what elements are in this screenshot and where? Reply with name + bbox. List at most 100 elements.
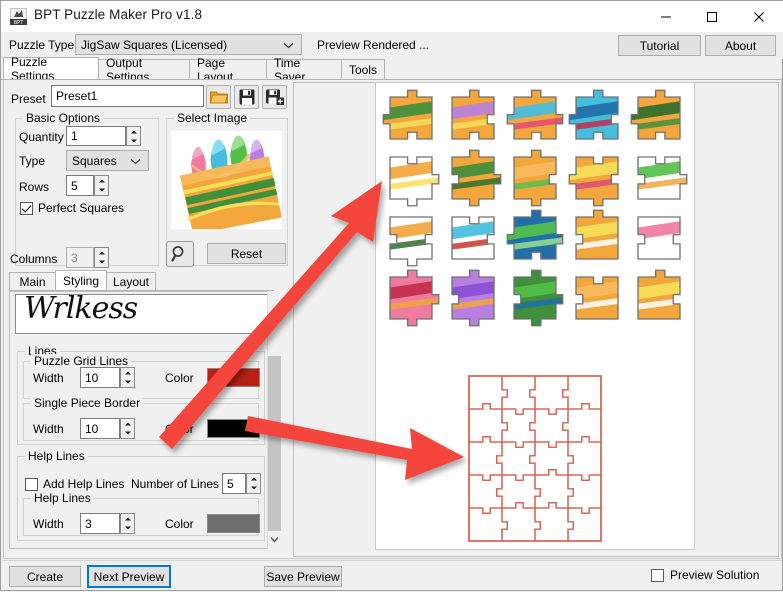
border-width-label: Width <box>33 422 64 436</box>
next-preview-button[interactable]: Next Preview <box>87 565 171 588</box>
floppy-save-icon[interactable] <box>234 85 259 109</box>
title-bar: BPT BPT Puzzle Maker Pro v1.8 <box>1 1 783 32</box>
number-of-lines-stepper-up[interactable] <box>247 474 260 484</box>
number-of-lines-stepper[interactable] <box>246 473 261 494</box>
border-width-stepper-up[interactable] <box>121 419 134 429</box>
grid-color-swatch[interactable] <box>207 368 260 387</box>
quantity-stepper-down[interactable] <box>127 136 140 145</box>
puzzle-piece <box>452 270 494 326</box>
help-width-stepper-up[interactable] <box>121 514 134 524</box>
floppy-save-as-icon[interactable] <box>262 85 287 109</box>
subtab-layout[interactable]: Layout <box>106 272 156 291</box>
puzzle-piece <box>383 90 433 140</box>
quantity-stepper-up[interactable] <box>127 127 140 136</box>
preset-label: Preset <box>11 92 46 106</box>
single-piece-border-legend: Single Piece Border <box>31 396 144 410</box>
chevron-down-icon[interactable] <box>267 531 282 548</box>
puzzle-piece <box>569 90 618 140</box>
magnifier-icon[interactable] <box>166 241 194 267</box>
close-icon[interactable] <box>736 1 782 32</box>
puzzle-type-label: Puzzle Type <box>9 38 75 52</box>
quantity-stepper[interactable] <box>126 126 141 146</box>
number-of-lines-stepper-down[interactable] <box>247 484 260 494</box>
maximize-icon[interactable] <box>689 1 735 32</box>
help-width-stepper-down[interactable] <box>121 524 134 534</box>
type-value: Squares <box>72 153 117 168</box>
create-button[interactable]: Create <box>9 566 81 587</box>
puzzle-piece <box>390 217 432 266</box>
puzzle-piece <box>569 157 618 206</box>
subtab-label: Layout <box>112 274 150 289</box>
application-window: BPT BPT Puzzle Maker Pro v1.8 Puzzle Typ… <box>0 0 783 591</box>
help-lines-legend: Help Lines <box>25 449 88 463</box>
add-help-lines-checkbox[interactable] <box>25 478 38 491</box>
preset-input[interactable]: Preset1 <box>51 85 204 107</box>
select-image-legend: Select Image <box>174 111 251 125</box>
tab-output-settings[interactable]: Output Settings <box>98 56 190 84</box>
grid-width-input[interactable]: 10 <box>80 367 120 388</box>
grid-width-stepper[interactable] <box>120 367 135 388</box>
puzzle-type-select[interactable]: JigSaw Squares (Licensed) <box>75 34 302 55</box>
perfect-squares-checkbox[interactable] <box>20 202 33 215</box>
columns-input: 3 <box>66 247 94 268</box>
styling-scrollbar-thumb[interactable] <box>268 356 281 531</box>
basic-options-legend: Basic Options <box>23 111 104 125</box>
tab-tools[interactable]: Tools <box>341 59 385 80</box>
border-color-swatch[interactable] <box>207 419 260 438</box>
puzzle-grid-lines-legend: Puzzle Grid Lines <box>31 354 132 368</box>
border-width-input[interactable]: 10 <box>80 418 120 439</box>
preview-canvas[interactable] <box>375 82 695 550</box>
grid-width-stepper-down[interactable] <box>121 378 134 388</box>
border-width-stepper-down[interactable] <box>121 429 134 439</box>
puzzle-piece <box>452 150 501 206</box>
reset-image-button[interactable]: Reset <box>207 243 286 264</box>
folder-open-icon[interactable] <box>206 85 231 109</box>
rows-input[interactable]: 5 <box>66 175 94 196</box>
subtab-styling[interactable]: Styling <box>55 270 107 291</box>
border-width-stepper[interactable] <box>120 418 135 439</box>
puzzle-piece <box>507 90 563 140</box>
chevron-down-icon <box>130 154 141 168</box>
subtab-label: Styling <box>62 273 100 288</box>
tutorial-button[interactable]: Tutorial <box>618 35 701 56</box>
help-color-swatch[interactable] <box>207 514 260 533</box>
tab-page-layout[interactable]: Page Layout <box>189 56 267 84</box>
grid-width-label: Width <box>33 371 64 385</box>
minimize-icon[interactable] <box>643 1 689 32</box>
number-of-lines-input[interactable]: 5 <box>222 473 246 494</box>
solution-grid <box>468 375 602 542</box>
puzzle-piece <box>514 270 563 326</box>
rows-stepper[interactable] <box>94 175 109 196</box>
puzzle-piece <box>514 150 556 206</box>
preview-solution-checkbox[interactable] <box>651 569 664 582</box>
font-preview-text: Wrlkess <box>24 294 138 326</box>
about-button[interactable]: About <box>705 35 776 56</box>
rows-label: Rows <box>19 180 50 194</box>
help-width-stepper[interactable] <box>120 513 135 534</box>
number-of-lines-label: Number of Lines <box>131 477 220 491</box>
perfect-squares-label: Perfect Squares <box>38 201 125 215</box>
tab-puzzle-settings[interactable]: Puzzle Settings <box>3 55 99 83</box>
puzzle-piece <box>452 217 494 259</box>
rows-stepper-up[interactable] <box>95 176 108 186</box>
font-preview-box[interactable]: Wrlkess <box>15 294 268 334</box>
puzzle-piece <box>638 157 687 199</box>
grid-width-stepper-up[interactable] <box>121 368 134 378</box>
save-preview-button[interactable]: Save Preview <box>264 566 342 587</box>
puzzle-piece <box>631 90 680 140</box>
subtab-main[interactable]: Main <box>9 272 56 291</box>
columns-stepper <box>94 247 109 268</box>
preview-render <box>382 89 688 542</box>
help-width-input[interactable]: 3 <box>80 513 120 534</box>
type-select[interactable]: Squares <box>66 150 149 171</box>
quantity-input[interactable]: 1 <box>66 126 126 146</box>
svg-text:BPT: BPT <box>14 20 24 25</box>
tab-time-saver[interactable]: Time Saver <box>266 56 342 84</box>
add-help-lines-label: Add Help Lines <box>43 477 125 491</box>
puzzle-piece <box>390 157 439 206</box>
styling-sub-tab-strip: Main Styling Layout <box>9 270 274 291</box>
puzzle-piece <box>452 90 494 140</box>
rows-stepper-down[interactable] <box>95 186 108 196</box>
preview-status-text: Preview Rendered ... <box>317 38 430 52</box>
grid-color-label: Color <box>165 371 194 385</box>
